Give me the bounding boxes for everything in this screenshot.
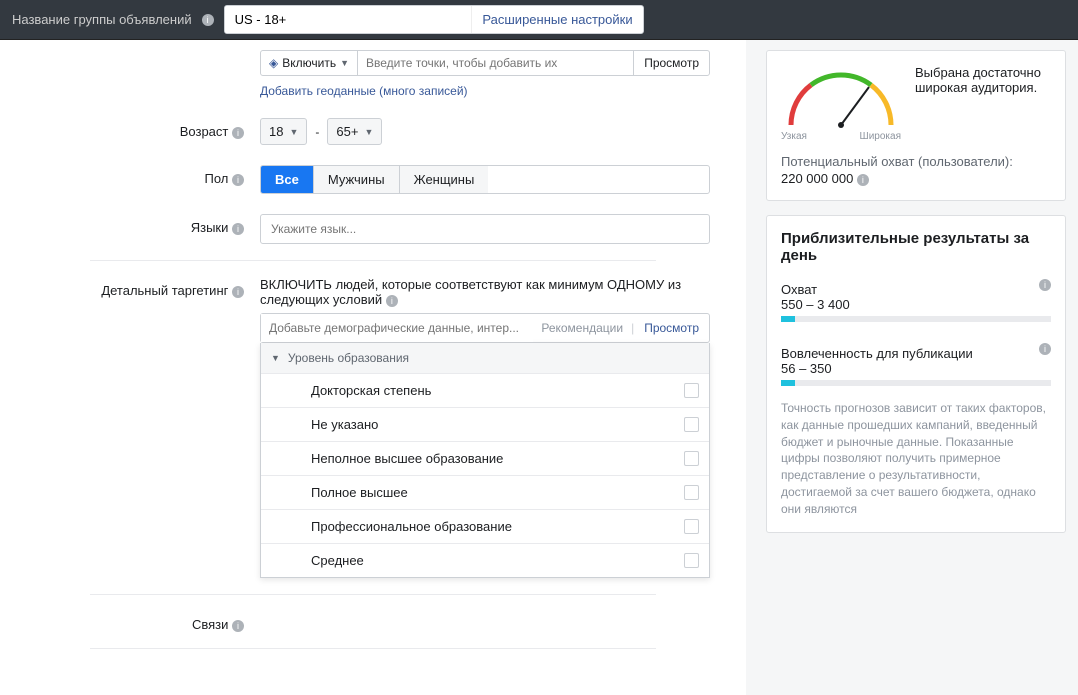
chevron-down-icon: ▼ bbox=[340, 58, 349, 68]
gender-all-button[interactable]: Все bbox=[261, 166, 314, 193]
age-dash: - bbox=[315, 125, 319, 139]
topbar: Название группы объявлений i Расширенные… bbox=[0, 0, 1078, 40]
potential-reach-value: 220 000 000 bbox=[781, 171, 853, 186]
option-label: Не указано bbox=[311, 417, 378, 432]
info-icon: i bbox=[232, 223, 244, 235]
location-include-dropdown[interactable]: ◈ Включить ▼ bbox=[261, 51, 358, 75]
chevron-down-icon: ▼ bbox=[271, 353, 280, 363]
side-column: Узкая Широкая Выбрана достаточно широкая… bbox=[766, 40, 1066, 695]
estimates-title: Приблизительные результаты за день bbox=[781, 230, 1051, 264]
reach-metric-label: Охват bbox=[781, 282, 817, 297]
chevron-down-icon: ▼ bbox=[364, 127, 373, 137]
reach-bar bbox=[781, 316, 1051, 322]
adset-name-input[interactable] bbox=[225, 6, 472, 33]
gender-toggle: Все Мужчины Женщины bbox=[260, 165, 710, 194]
checkbox[interactable] bbox=[684, 485, 699, 500]
gender-male-button[interactable]: Мужчины bbox=[314, 166, 400, 193]
option-label: Докторская степень bbox=[311, 383, 431, 398]
option-label: Полное высшее bbox=[311, 485, 408, 500]
info-icon: i bbox=[386, 295, 398, 307]
targeting-option[interactable]: Полное высшее bbox=[261, 475, 709, 509]
pin-icon: ◈ bbox=[269, 56, 278, 70]
engagement-bar bbox=[781, 380, 1051, 386]
targeting-option[interactable]: Не указано bbox=[261, 407, 709, 441]
targeting-include-heading: ВКЛЮЧИТЬ людей, которые соответствуют ка… bbox=[260, 277, 681, 307]
targeting-option[interactable]: Неполное высшее образование bbox=[261, 441, 709, 475]
checkbox[interactable] bbox=[684, 553, 699, 568]
gauge-message: Выбрана достаточно широкая аудитория. bbox=[915, 65, 1051, 95]
gauge-wrap: Узкая Широкая bbox=[781, 65, 901, 142]
option-label: Неполное высшее образование bbox=[311, 451, 503, 466]
checkbox[interactable] bbox=[684, 519, 699, 534]
gauge-narrow-label: Узкая bbox=[781, 131, 807, 142]
info-icon: i bbox=[232, 620, 244, 632]
form-column: ◈ Включить ▼ Просмотр Добавить геоданные… bbox=[0, 40, 746, 695]
group-label: Уровень образования bbox=[288, 351, 409, 365]
targeting-option[interactable]: Докторская степень bbox=[261, 373, 709, 407]
connections-label: Связи bbox=[192, 617, 228, 632]
info-icon: i bbox=[232, 174, 244, 186]
checkbox[interactable] bbox=[684, 383, 699, 398]
adset-name-label: Название группы объявлений bbox=[12, 12, 192, 27]
engagement-metric-value: 56 – 350 bbox=[781, 361, 1051, 376]
gauge-broad-label: Широкая bbox=[860, 131, 901, 142]
reach-metric-value: 550 – 3 400 bbox=[781, 297, 1051, 312]
option-label: Профессиональное образование bbox=[311, 519, 512, 534]
advanced-settings-link[interactable]: Расширенные настройки bbox=[471, 6, 642, 33]
targeting-option[interactable]: Среднее bbox=[261, 543, 709, 577]
age-to-select[interactable]: 65+▼ bbox=[327, 118, 382, 145]
location-text-input[interactable] bbox=[358, 51, 633, 75]
dropdown-group-header[interactable]: ▼ Уровень образования bbox=[261, 343, 709, 373]
adset-name-field: Расширенные настройки bbox=[224, 5, 644, 34]
gauge-icon bbox=[781, 65, 901, 129]
checkbox[interactable] bbox=[684, 417, 699, 432]
targeting-option[interactable]: Профессиональное образование bbox=[261, 509, 709, 543]
info-icon: i bbox=[1039, 279, 1051, 291]
audience-gauge-panel: Узкая Широкая Выбрана достаточно широкая… bbox=[766, 50, 1066, 201]
detailed-targeting-label: Детальный таргетинг bbox=[101, 283, 228, 298]
add-geodata-link[interactable]: Добавить геоданные (много записей) bbox=[260, 84, 468, 98]
location-browse-button[interactable]: Просмотр bbox=[633, 51, 709, 75]
info-icon: i bbox=[232, 286, 244, 298]
targeting-dropdown: ▼ Уровень образования Докторская степень… bbox=[260, 343, 710, 578]
age-label: Возраст bbox=[180, 124, 229, 139]
chevron-down-icon: ▼ bbox=[289, 127, 298, 137]
daily-estimates-panel: Приблизительные результаты за день Охват… bbox=[766, 215, 1066, 533]
estimates-disclaimer: Точность прогнозов зависит от таких факт… bbox=[781, 400, 1051, 518]
age-from-select[interactable]: 18▼ bbox=[260, 118, 307, 145]
suggestions-link[interactable]: Рекомендации bbox=[533, 321, 631, 335]
location-input-bar: ◈ Включить ▼ Просмотр bbox=[260, 50, 710, 76]
info-icon: i bbox=[1039, 343, 1051, 355]
potential-reach-label: Потенциальный охват (пользователи): bbox=[781, 154, 1051, 169]
info-icon: i bbox=[857, 174, 869, 186]
include-label: Включить bbox=[282, 56, 336, 70]
targeting-browse-link[interactable]: Просмотр bbox=[634, 321, 709, 335]
targeting-input-wrap: Рекомендации | Просмотр bbox=[260, 313, 710, 343]
languages-label: Языки bbox=[191, 220, 229, 235]
info-icon: i bbox=[232, 127, 244, 139]
gender-female-button[interactable]: Женщины bbox=[400, 166, 489, 193]
gender-label: Пол bbox=[205, 171, 229, 186]
option-label: Среднее bbox=[311, 553, 364, 568]
checkbox[interactable] bbox=[684, 451, 699, 466]
languages-input[interactable] bbox=[260, 214, 710, 244]
targeting-input[interactable] bbox=[261, 314, 533, 342]
engagement-metric-label: Вовлеченность для публикации bbox=[781, 346, 973, 361]
info-icon: i bbox=[202, 14, 214, 26]
